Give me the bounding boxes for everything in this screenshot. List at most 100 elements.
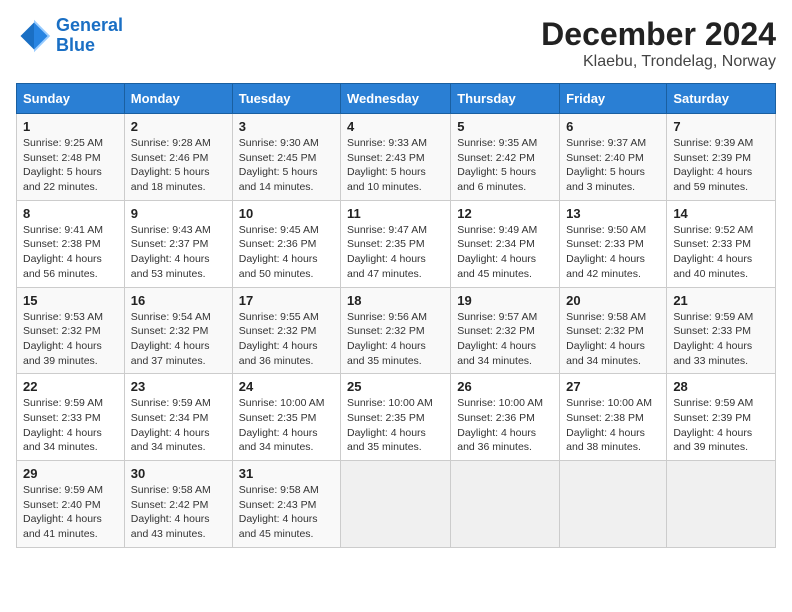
day-number: 12 bbox=[457, 206, 553, 221]
day-number: 19 bbox=[457, 293, 553, 308]
calendar-cell: 24 Sunrise: 10:00 AMSunset: 2:35 PMDaylig… bbox=[232, 374, 340, 461]
day-number: 10 bbox=[239, 206, 334, 221]
calendar-cell: 25Sunrise: 10:00 AMSunset: 2:35 PMDaylig… bbox=[341, 374, 451, 461]
calendar-cell: 31 Sunrise: 9:58 AMSunset: 2:43 PMDayligh… bbox=[232, 461, 340, 548]
day-number: 25 bbox=[347, 379, 444, 394]
day-info: Sunrise: 9:59 AMSunset: 2:39 PMDaylight:… bbox=[673, 396, 769, 455]
day-info: Sunrise: 10:00 AMSunset: 2:35 PMDaylight… bbox=[239, 396, 334, 455]
calendar-cell: 17 Sunrise: 9:55 AMSunset: 2:32 PMDayligh… bbox=[232, 287, 340, 374]
day-info: Sunrise: 9:28 AMSunset: 2:46 PMDaylight:… bbox=[131, 136, 226, 195]
day-number: 30 bbox=[131, 466, 226, 481]
calendar-cell bbox=[451, 461, 560, 548]
day-number: 6 bbox=[566, 119, 660, 134]
col-header-friday: Friday bbox=[560, 84, 667, 114]
day-info: Sunrise: 10:00 AMSunset: 2:38 PMDaylight… bbox=[566, 396, 660, 455]
day-number: 31 bbox=[239, 466, 334, 481]
day-info: Sunrise: 9:41 AMSunset: 2:38 PMDaylight:… bbox=[23, 223, 118, 282]
day-info: Sunrise: 9:58 AMSunset: 2:43 PMDaylight:… bbox=[239, 483, 334, 542]
day-info: Sunrise: 9:54 AMSunset: 2:32 PMDaylight:… bbox=[131, 310, 226, 369]
day-number: 14 bbox=[673, 206, 769, 221]
day-number: 15 bbox=[23, 293, 118, 308]
day-info: Sunrise: 9:59 AMSunset: 2:33 PMDaylight:… bbox=[23, 396, 118, 455]
day-info: Sunrise: 9:47 AMSunset: 2:35 PMDaylight:… bbox=[347, 223, 444, 282]
day-info: Sunrise: 9:49 AMSunset: 2:34 PMDaylight:… bbox=[457, 223, 553, 282]
day-info: Sunrise: 9:43 AMSunset: 2:37 PMDaylight:… bbox=[131, 223, 226, 282]
day-number: 26 bbox=[457, 379, 553, 394]
calendar-cell: 2 Sunrise: 9:28 AMSunset: 2:46 PMDaylight… bbox=[124, 114, 232, 201]
calendar-cell: 18 Sunrise: 9:56 AMSunset: 2:32 PMDayligh… bbox=[341, 287, 451, 374]
page-title: December 2024 bbox=[541, 16, 776, 53]
calendar-cell: 27Sunrise: 10:00 AMSunset: 2:38 PMDaylig… bbox=[560, 374, 667, 461]
day-number: 11 bbox=[347, 206, 444, 221]
day-number: 8 bbox=[23, 206, 118, 221]
day-number: 9 bbox=[131, 206, 226, 221]
day-info: Sunrise: 9:39 AMSunset: 2:39 PMDaylight:… bbox=[673, 136, 769, 195]
calendar-cell: 11 Sunrise: 9:47 AMSunset: 2:35 PMDayligh… bbox=[341, 200, 451, 287]
day-info: Sunrise: 9:57 AMSunset: 2:32 PMDaylight:… bbox=[457, 310, 553, 369]
col-header-saturday: Saturday bbox=[667, 84, 776, 114]
col-header-sunday: Sunday bbox=[17, 84, 125, 114]
day-number: 23 bbox=[131, 379, 226, 394]
day-info: Sunrise: 9:25 AMSunset: 2:48 PMDaylight:… bbox=[23, 136, 118, 195]
page-header: General Blue December 2024 Klaebu, Trond… bbox=[16, 16, 776, 71]
day-number: 20 bbox=[566, 293, 660, 308]
col-header-wednesday: Wednesday bbox=[341, 84, 451, 114]
calendar-cell: 20 Sunrise: 9:58 AMSunset: 2:32 PMDayligh… bbox=[560, 287, 667, 374]
logo-icon bbox=[16, 18, 52, 54]
day-number: 24 bbox=[239, 379, 334, 394]
calendar-cell: 12 Sunrise: 9:49 AMSunset: 2:34 PMDayligh… bbox=[451, 200, 560, 287]
day-info: Sunrise: 9:59 AMSunset: 2:33 PMDaylight:… bbox=[673, 310, 769, 369]
day-info: Sunrise: 9:53 AMSunset: 2:32 PMDaylight:… bbox=[23, 310, 118, 369]
day-info: Sunrise: 9:58 AMSunset: 2:32 PMDaylight:… bbox=[566, 310, 660, 369]
calendar-cell: 13 Sunrise: 9:50 AMSunset: 2:33 PMDayligh… bbox=[560, 200, 667, 287]
day-info: Sunrise: 9:50 AMSunset: 2:33 PMDaylight:… bbox=[566, 223, 660, 282]
day-number: 22 bbox=[23, 379, 118, 394]
calendar-cell: 5 Sunrise: 9:35 AMSunset: 2:42 PMDaylight… bbox=[451, 114, 560, 201]
day-number: 4 bbox=[347, 119, 444, 134]
calendar-cell: 9 Sunrise: 9:43 AMSunset: 2:37 PMDaylight… bbox=[124, 200, 232, 287]
calendar-cell: 23 Sunrise: 9:59 AMSunset: 2:34 PMDayligh… bbox=[124, 374, 232, 461]
calendar-cell: 15 Sunrise: 9:53 AMSunset: 2:32 PMDayligh… bbox=[17, 287, 125, 374]
calendar-cell: 29 Sunrise: 9:59 AMSunset: 2:40 PMDayligh… bbox=[17, 461, 125, 548]
day-number: 17 bbox=[239, 293, 334, 308]
col-header-tuesday: Tuesday bbox=[232, 84, 340, 114]
col-header-monday: Monday bbox=[124, 84, 232, 114]
title-block: December 2024 Klaebu, Trondelag, Norway bbox=[541, 16, 776, 71]
day-info: Sunrise: 9:55 AMSunset: 2:32 PMDaylight:… bbox=[239, 310, 334, 369]
calendar-cell bbox=[667, 461, 776, 548]
day-info: Sunrise: 10:00 AMSunset: 2:36 PMDaylight… bbox=[457, 396, 553, 455]
day-number: 7 bbox=[673, 119, 769, 134]
day-number: 2 bbox=[131, 119, 226, 134]
calendar-cell bbox=[560, 461, 667, 548]
logo-text: General Blue bbox=[56, 16, 123, 56]
day-number: 18 bbox=[347, 293, 444, 308]
day-number: 29 bbox=[23, 466, 118, 481]
day-info: Sunrise: 9:35 AMSunset: 2:42 PMDaylight:… bbox=[457, 136, 553, 195]
col-header-thursday: Thursday bbox=[451, 84, 560, 114]
logo: General Blue bbox=[16, 16, 123, 56]
calendar-cell: 10 Sunrise: 9:45 AMSunset: 2:36 PMDayligh… bbox=[232, 200, 340, 287]
calendar-cell: 6Sunrise: 9:37 AMSunset: 2:40 PMDaylight… bbox=[560, 114, 667, 201]
day-info: Sunrise: 9:56 AMSunset: 2:32 PMDaylight:… bbox=[347, 310, 444, 369]
calendar-cell: 3Sunrise: 9:30 AMSunset: 2:45 PMDaylight… bbox=[232, 114, 340, 201]
day-info: Sunrise: 9:59 AMSunset: 2:40 PMDaylight:… bbox=[23, 483, 118, 542]
day-number: 13 bbox=[566, 206, 660, 221]
calendar-cell: 26 Sunrise: 10:00 AMSunset: 2:36 PMDaylig… bbox=[451, 374, 560, 461]
day-number: 1 bbox=[23, 119, 118, 134]
day-number: 21 bbox=[673, 293, 769, 308]
calendar-cell: 19 Sunrise: 9:57 AMSunset: 2:32 PMDayligh… bbox=[451, 287, 560, 374]
day-info: Sunrise: 9:30 AMSunset: 2:45 PMDaylight:… bbox=[239, 136, 334, 195]
day-info: Sunrise: 9:59 AMSunset: 2:34 PMDaylight:… bbox=[131, 396, 226, 455]
day-info: Sunrise: 9:58 AMSunset: 2:42 PMDaylight:… bbox=[131, 483, 226, 542]
day-number: 28 bbox=[673, 379, 769, 394]
day-number: 5 bbox=[457, 119, 553, 134]
calendar-cell: 4 Sunrise: 9:33 AMSunset: 2:43 PMDaylight… bbox=[341, 114, 451, 201]
calendar-cell: 21 Sunrise: 9:59 AMSunset: 2:33 PMDayligh… bbox=[667, 287, 776, 374]
day-info: Sunrise: 9:33 AMSunset: 2:43 PMDaylight:… bbox=[347, 136, 444, 195]
calendar-cell bbox=[341, 461, 451, 548]
calendar-cell: 14Sunrise: 9:52 AMSunset: 2:33 PMDayligh… bbox=[667, 200, 776, 287]
calendar-cell: 28 Sunrise: 9:59 AMSunset: 2:39 PMDayligh… bbox=[667, 374, 776, 461]
calendar-table: SundayMondayTuesdayWednesdayThursdayFrid… bbox=[16, 83, 776, 548]
calendar-cell: 16Sunrise: 9:54 AMSunset: 2:32 PMDayligh… bbox=[124, 287, 232, 374]
day-info: Sunrise: 9:45 AMSunset: 2:36 PMDaylight:… bbox=[239, 223, 334, 282]
